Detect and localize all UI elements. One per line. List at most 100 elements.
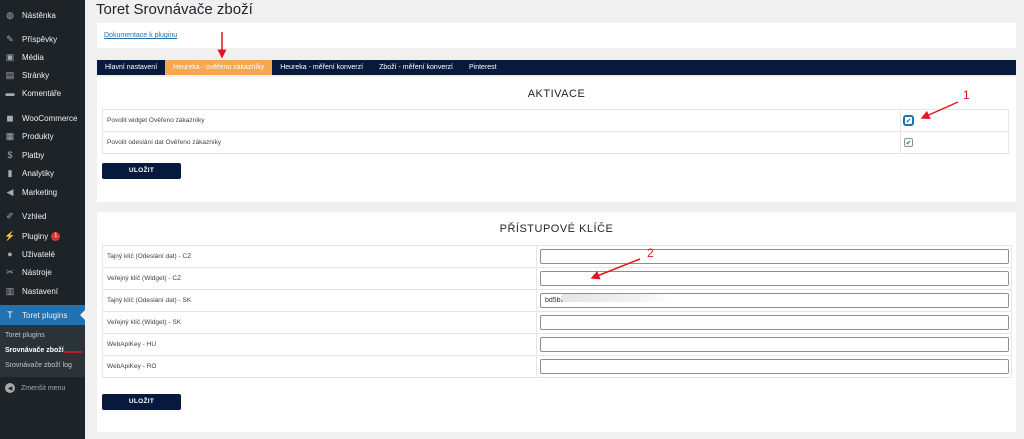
sidebar-item-dashboard[interactable]: ◍ Nástěnka: [0, 6, 85, 24]
submenu-item-srovnavace-zbozi-log[interactable]: Srovnávače zboží log: [5, 362, 72, 369]
public-key-sk-input[interactable]: [540, 315, 1009, 330]
sidebar-item-label: Uživatelé: [22, 249, 55, 259]
comments-icon: ▬: [5, 88, 15, 98]
submenu-item-srovnavace-zbozi[interactable]: Srovnávače zboží: [5, 347, 64, 354]
toret-submenu: Toret plugins Srovnávače zboží Srovnávač…: [0, 325, 85, 377]
media-icon: ▣: [5, 51, 15, 62]
sidebar-item-toret-plugins[interactable]: T Toret plugins: [0, 305, 85, 325]
sidebar-item-label: WooCommerce: [22, 113, 78, 123]
sidebar-item-label: Média: [22, 52, 44, 62]
products-icon: ▦: [5, 130, 15, 141]
annotation-number-2: 2: [647, 246, 654, 260]
tab-pinterest[interactable]: Pinterest: [461, 60, 505, 75]
submenu-item-toret-plugins[interactable]: Toret plugins: [5, 332, 45, 339]
annotation-number-1: 1: [963, 88, 970, 102]
row-label: Veřejný klíč (Widget) - CZ: [102, 267, 537, 290]
sidebar-item-label: Toret plugins: [22, 310, 68, 320]
access-keys-panel: PŘÍSTUPOVÉ KLÍČE Tajný klíč (Odeslání da…: [97, 212, 1016, 432]
sidebar-item-label: Produkty: [22, 131, 54, 141]
sidebar-item-label: Platby: [22, 150, 45, 160]
sidebar-item-label: Nástěnka: [22, 10, 56, 20]
activation-panel: AKTIVACE Povolit widget Ověřeno zákazník…: [97, 77, 1016, 202]
row-label: WebApiKey - RO: [102, 355, 537, 378]
table-row: Povolit widget Ověřeno zákazníky ✔: [102, 109, 1009, 132]
appearance-icon: ✐: [6, 210, 14, 221]
tab-main-settings[interactable]: Hlavní nastavení: [97, 60, 165, 75]
table-row: Tajný klíč (Odeslání dat) - CZ: [102, 245, 1012, 268]
table-row: Povolit odeslání dat Ověřeno zákazníky ✔: [102, 131, 1009, 154]
sidebar-item-label: Nástroje: [22, 267, 52, 277]
row-label: Veřejný klíč (Widget) - SK: [102, 311, 537, 334]
sidebar-item-label: Příspěvky: [22, 34, 58, 44]
settings-icon: ▥: [5, 285, 15, 296]
tools-icon: ✂: [6, 266, 14, 277]
plugins-icon: ⚡: [4, 230, 16, 241]
users-icon: ●: [7, 249, 13, 259]
sidebar-item-appearance[interactable]: ✐ Vzhled: [0, 207, 85, 225]
pages-icon: ▤: [5, 69, 15, 80]
admin-sidebar: ◍ Nástěnka ✎ Příspěvky ▣ Média ▤ Stránky ▬ Ko…: [0, 0, 85, 439]
sidebar-item-media[interactable]: ▣ Média: [0, 48, 85, 66]
table-row: WebApiKey - RO: [102, 355, 1012, 378]
toret-icon: T: [7, 310, 13, 320]
webapikey-ro-input[interactable]: [540, 359, 1009, 374]
sidebar-item-analytics[interactable]: ▮ Analytiky: [0, 164, 85, 182]
row-label: WebApiKey - HU: [102, 333, 537, 356]
enable-widget-checkbox[interactable]: ✔: [904, 116, 913, 125]
sidebar-item-label: Nastavení: [22, 286, 59, 296]
sidebar-item-marketing[interactable]: ◀ Marketing: [0, 183, 85, 201]
sidebar-item-woocommerce[interactable]: ◼ WooCommerce: [0, 109, 85, 127]
settings-tabbar: Hlavní nastavení Heureka - ověřeno zákaz…: [97, 60, 1016, 75]
sidebar-item-label: Stránky: [22, 70, 50, 80]
save-button[interactable]: ULOŽIT: [102, 394, 181, 410]
collapse-arrow-icon: ◀: [5, 383, 15, 393]
tab-heureka-conversions[interactable]: Heureka - měření konverzí: [272, 60, 371, 75]
sidebar-item-posts[interactable]: ✎ Příspěvky: [0, 30, 85, 48]
sidebar-item-label: Pluginy: [22, 231, 49, 241]
sidebar-item-users[interactable]: ● Uživatelé: [0, 245, 85, 263]
sidebar-item-payments[interactable]: $ Platby: [0, 146, 85, 164]
marketing-icon: ◀: [6, 186, 14, 197]
activation-table: Povolit widget Ověřeno zákazníky ✔ Povol…: [102, 109, 1009, 154]
webapikey-hu-input[interactable]: [540, 337, 1009, 352]
payments-icon: $: [7, 150, 13, 160]
sidebar-item-settings[interactable]: ▥ Nastavení: [0, 282, 85, 300]
tab-zbozi-conversions[interactable]: Zboží - měření konverzí: [371, 60, 461, 75]
sidebar-item-pages[interactable]: ▤ Stránky: [0, 66, 85, 84]
activation-title: AKTIVACE: [527, 88, 586, 100]
redacted-value-blur: [561, 294, 671, 302]
row-label: Povolit odeslání dat Ověřeno zákazníky: [102, 131, 901, 154]
documentation-link[interactable]: Dokumentace k pluginu: [104, 32, 177, 39]
sidebar-item-label: Komentáře: [22, 88, 62, 98]
row-label: Povolit widget Ověřeno zákazníky: [102, 109, 901, 132]
page-title: Toret Srovnávače zboží: [96, 1, 253, 18]
tab-heureka-overeno[interactable]: Heureka - ověřeno zákazníky: [165, 60, 273, 75]
sidebar-item-comments[interactable]: ▬ Komentáře: [0, 84, 85, 102]
save-button[interactable]: ULOŽIT: [102, 163, 181, 179]
dashboard-icon: ◍: [6, 9, 14, 20]
sidebar-item-label: Vzhled: [22, 211, 47, 221]
table-row: Tajný klíč (Odeslání dat) - SK: [102, 289, 1012, 312]
enable-data-send-checkbox[interactable]: ✔: [904, 138, 913, 147]
row-label: Tajný klíč (Odeslání dat) - SK: [102, 289, 537, 312]
access-keys-table: Tajný klíč (Odeslání dat) - CZ Veřejný k…: [102, 245, 1012, 378]
public-key-cz-input[interactable]: [540, 271, 1009, 286]
update-count-badge: 1: [51, 231, 61, 241]
sidebar-item-products[interactable]: ▦ Produkty: [0, 127, 85, 145]
sidebar-item-label: Marketing: [22, 187, 58, 197]
documentation-box: Dokumentace k pluginu: [97, 23, 1016, 48]
secret-key-cz-input[interactable]: [540, 249, 1009, 264]
access-keys-title: PŘÍSTUPOVÉ KLÍČE: [499, 223, 614, 235]
pin-icon: ✎: [6, 33, 14, 44]
sidebar-item-label: Analytiky: [22, 168, 55, 178]
row-label: Tajný klíč (Odeslání dat) - CZ: [102, 245, 537, 268]
woocommerce-icon: ◼: [6, 112, 14, 123]
collapse-menu-label: Zmenšit menu: [21, 384, 66, 392]
sidebar-item-tools[interactable]: ✂ Nástroje: [0, 263, 85, 281]
sidebar-item-plugins[interactable]: ⚡ Pluginy 1: [0, 227, 85, 245]
table-row: Veřejný klíč (Widget) - CZ: [102, 267, 1012, 290]
main-content: Toret Srovnávače zboží Dokumentace k plu…: [85, 0, 1024, 439]
table-row: WebApiKey - HU: [102, 333, 1012, 356]
collapse-menu-button[interactable]: ◀ Zmenšit menu: [0, 380, 85, 396]
analytics-icon: ▮: [7, 167, 13, 178]
